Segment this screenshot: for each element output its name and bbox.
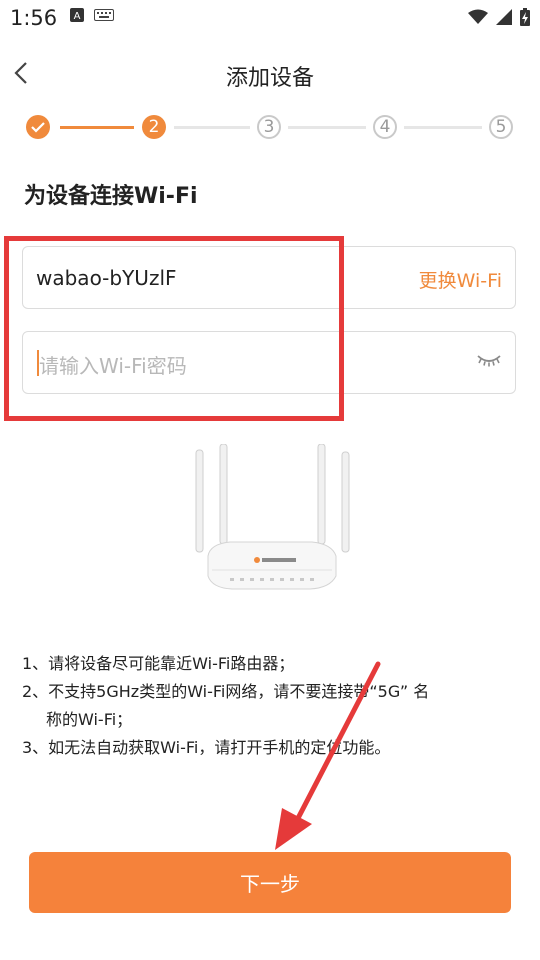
step-connector — [288, 126, 366, 129]
status-time: 1:56 — [10, 6, 58, 30]
step-1-done — [26, 115, 50, 139]
step-5: 5 — [489, 115, 513, 139]
page-title: 添加设备 — [225, 66, 314, 91]
step-2: 2 — [142, 115, 166, 139]
next-step-button[interactable]: 下一步 — [29, 852, 511, 913]
tips-list: 1、请将设备尽可能靠近Wi-Fi路由器； 2、不支持5GHz类型的Wi-Fi网络… — [22, 650, 522, 762]
annotation-highlight-box — [4, 236, 344, 421]
battery-charging-icon — [520, 8, 530, 26]
step-4: 4 — [373, 115, 397, 139]
step-connector — [174, 126, 250, 129]
eye-closed-icon — [477, 355, 501, 367]
router-illustration — [190, 443, 352, 592]
tip-item: 1、请将设备尽可能靠近Wi-Fi路由器； — [22, 654, 295, 673]
a-badge-icon: A — [70, 8, 84, 22]
tip-item: 3、如无法自动获取Wi-Fi，请打开手机的定位功能。 — [22, 738, 391, 757]
status-right-icons — [468, 8, 530, 26]
change-wifi-button[interactable]: 更换Wi-Fi — [419, 266, 502, 293]
keyboard-icon — [94, 9, 114, 21]
checkmark-icon — [31, 122, 45, 133]
section-heading: 为设备连接Wi-Fi — [24, 184, 198, 209]
status-left-icons: A — [70, 8, 114, 22]
step-connector — [60, 126, 134, 129]
tip-item-continuation: 称的Wi-Fi； — [46, 710, 133, 729]
toggle-password-visibility-button[interactable] — [476, 352, 502, 368]
tip-item: 2、不支持5GHz类型的Wi-Fi网络，请不要连接带“5G” 名 — [22, 682, 430, 701]
wifi-icon — [468, 9, 488, 24]
router-image — [195, 443, 350, 590]
step-connector — [404, 126, 482, 129]
svg-text:A: A — [74, 11, 81, 22]
step-3: 3 — [257, 115, 281, 139]
signal-icon — [496, 9, 512, 25]
